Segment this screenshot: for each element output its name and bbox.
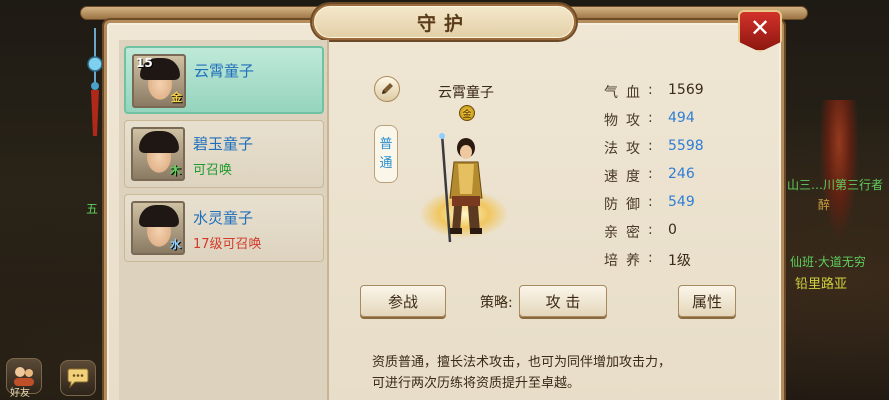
hanging-ornament-icon bbox=[87, 28, 103, 136]
guardian-status: 17级可召唤 bbox=[193, 237, 262, 252]
strategy-select-button[interactable]: 攻 击 bbox=[519, 285, 607, 317]
avatar: 水 bbox=[131, 201, 185, 255]
stat-value: 5598 bbox=[668, 138, 704, 154]
close-icon: ✕ bbox=[749, 14, 771, 42]
guardian-detail-name: 云霄童子 bbox=[438, 85, 494, 101]
level-badge: 15 bbox=[136, 56, 153, 70]
stat-value: 1569 bbox=[668, 82, 704, 98]
stat-value: 494 bbox=[668, 110, 695, 126]
avatar: 15 金 bbox=[132, 54, 186, 108]
guardian-name: 碧玉童子 bbox=[193, 135, 254, 153]
npc-label: 仙班·大道无穷 bbox=[790, 255, 866, 269]
guardian-item-biyu[interactable]: 木 碧玉童子 可召唤 bbox=[124, 120, 324, 188]
element-badge: 金 bbox=[171, 91, 182, 104]
stat-row: 气血: 1569 bbox=[604, 82, 704, 101]
attributes-button[interactable]: 属性 bbox=[678, 285, 736, 317]
guardian-name: 水灵童子 bbox=[193, 209, 254, 227]
rename-button[interactable] bbox=[374, 76, 400, 102]
stat-row: 法攻: 5598 bbox=[604, 138, 704, 157]
title-plate: 守护 bbox=[312, 4, 576, 40]
stat-row: 亲密: 0 bbox=[604, 222, 677, 241]
stat-value: 0 bbox=[668, 222, 677, 238]
npc-label: 山三…川第三行者 bbox=[787, 178, 884, 192]
stat-row: 培养: 1级 bbox=[604, 250, 691, 269]
stat-value: 549 bbox=[668, 194, 695, 210]
background-label: 五 bbox=[86, 202, 99, 216]
chat-button[interactable] bbox=[60, 360, 96, 396]
chat-bubble-icon bbox=[67, 368, 89, 388]
stat-value: 1级 bbox=[668, 253, 691, 269]
element-badge: 木 bbox=[170, 164, 181, 177]
npc-label: 醉 bbox=[818, 198, 831, 212]
pencil-icon bbox=[382, 83, 393, 94]
guardian-description: 资质普通，擅长法术攻击，也可为同伴增加攻击力， 可进行两次历练将资质提升至卓越。 bbox=[372, 355, 672, 391]
stat-value: 246 bbox=[668, 166, 695, 182]
friends-label: 好友 bbox=[10, 388, 30, 399]
guardian-name: 云霄童子 bbox=[194, 62, 255, 80]
guardian-status: 可召唤 bbox=[193, 163, 233, 178]
strategy-label: 策略: bbox=[480, 295, 513, 311]
avatar: 木 bbox=[131, 127, 185, 181]
stat-row: 物攻: 494 bbox=[604, 110, 695, 129]
npc-label: 铅里路亚 bbox=[795, 277, 848, 292]
guardian-character-model bbox=[439, 133, 483, 243]
stat-row: 防御: 549 bbox=[604, 194, 695, 213]
guardian-item-shuiling[interactable]: 水 水灵童子 17级可召唤 bbox=[124, 194, 324, 262]
join-battle-button[interactable]: 参战 bbox=[360, 285, 446, 317]
page-title: 守护 bbox=[416, 12, 471, 35]
background-character bbox=[819, 100, 859, 240]
element-badge: 水 bbox=[170, 238, 181, 251]
stat-row: 速度: 246 bbox=[604, 166, 695, 185]
quality-tag[interactable]: 普 通 bbox=[374, 125, 398, 183]
guardian-item-yunxiao[interactable]: 15 金 云霄童子 bbox=[124, 46, 324, 114]
element-badge: 金 bbox=[459, 105, 475, 121]
